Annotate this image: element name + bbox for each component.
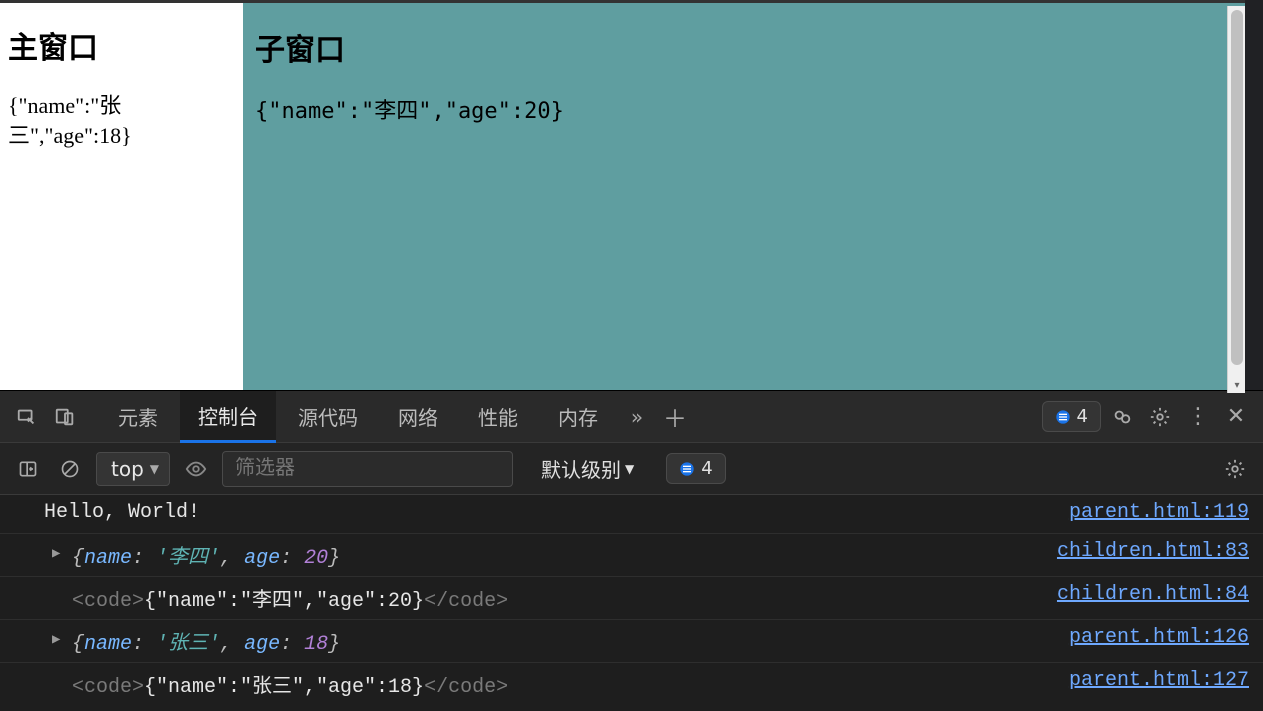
source-link[interactable]: parent.html:119	[1049, 501, 1249, 524]
main-window-frame: 主窗口 {"name":"张三","age":18}	[0, 3, 243, 390]
console-row[interactable]: ▶{name: '李四', age: 20}children.html:83	[0, 533, 1263, 576]
tab-performance[interactable]: 性能	[460, 391, 536, 443]
message-counter[interactable]: 4	[666, 453, 725, 484]
new-tab-icon[interactable]: ＋	[658, 400, 692, 434]
chevron-down-icon: ▼	[150, 462, 159, 476]
ai-assist-icon[interactable]	[1105, 400, 1139, 434]
tab-elements[interactable]: 元素	[100, 391, 176, 443]
toggle-sidebar-icon[interactable]	[12, 453, 44, 485]
sub-window-title: 子窗口	[255, 25, 1233, 69]
message-count-value: 4	[701, 458, 712, 479]
live-expression-icon[interactable]	[180, 453, 212, 485]
main-window-title: 主窗口	[8, 23, 235, 67]
clear-console-icon[interactable]	[54, 453, 86, 485]
devtools-panel: 元素 控制台 源代码 网络 性能 内存 » ＋ 4 ⋮ ✕ top ▼	[0, 390, 1263, 711]
tab-memory[interactable]: 内存	[540, 391, 616, 443]
issues-counter[interactable]: 4	[1042, 401, 1101, 432]
inspect-element-icon[interactable]	[10, 400, 44, 434]
console-output[interactable]: Hello, World!parent.html:119▶{name: '李四'…	[0, 495, 1263, 711]
scrollbar-down-arrow-icon[interactable]: ▾	[1228, 380, 1246, 391]
device-toggle-icon[interactable]	[48, 400, 82, 434]
sub-window-frame: 子窗口 {"name":"李四","age":20}	[243, 3, 1245, 390]
console-row[interactable]: <code>{"name":"李四","age":20}</code>child…	[0, 576, 1263, 619]
console-message: {name: '李四', age: 20}	[44, 540, 1037, 570]
tab-console[interactable]: 控制台	[180, 391, 276, 443]
tab-network[interactable]: 网络	[380, 391, 456, 443]
page-viewport: 主窗口 {"name":"张三","age":18} 子窗口 {"name":"…	[0, 0, 1245, 390]
console-row[interactable]: ▶{name: '张三', age: 18}parent.html:126	[0, 619, 1263, 662]
execution-context-dropdown[interactable]: top ▼	[96, 452, 170, 486]
expand-triangle-icon[interactable]: ▶	[52, 631, 60, 648]
console-row[interactable]: <code>{"name":"张三","age":18}</code>paren…	[0, 662, 1263, 705]
execution-context-value: top	[111, 457, 144, 481]
source-link[interactable]: parent.html:127	[1049, 669, 1249, 692]
close-devtools-icon[interactable]: ✕	[1219, 400, 1253, 434]
tabs-overflow-icon[interactable]: »	[620, 400, 654, 434]
settings-gear-icon[interactable]	[1143, 400, 1177, 434]
main-window-json: {"name":"张三","age":18}	[8, 91, 235, 150]
source-link[interactable]: parent.html:126	[1049, 626, 1249, 649]
vertical-scrollbar[interactable]: ▾	[1227, 6, 1245, 393]
console-message: <code>{"name":"李四","age":20}</code>	[44, 583, 1037, 613]
sub-window-json: {"name":"李四","age":20}	[255, 93, 1233, 125]
filter-input[interactable]	[222, 451, 513, 487]
issues-count-value: 4	[1077, 406, 1088, 427]
console-message: <code>{"name":"张三","age":18}</code>	[44, 669, 1049, 699]
kebab-menu-icon[interactable]: ⋮	[1181, 400, 1215, 434]
tab-sources[interactable]: 源代码	[280, 391, 376, 443]
expand-triangle-icon[interactable]: ▶	[52, 545, 60, 562]
devtools-tabbar: 元素 控制台 源代码 网络 性能 内存 » ＋ 4 ⋮ ✕	[0, 391, 1263, 443]
chevron-down-icon: ▼	[625, 462, 634, 476]
console-settings-gear-icon[interactable]	[1219, 453, 1251, 485]
console-toolbar: top ▼ 默认级别 ▼ 4	[0, 443, 1263, 495]
source-link[interactable]: children.html:84	[1037, 583, 1249, 606]
scrollbar-thumb[interactable]	[1231, 10, 1243, 365]
console-message: {name: '张三', age: 18}	[44, 626, 1049, 656]
log-level-dropdown[interactable]: 默认级别 ▼	[541, 454, 634, 483]
log-level-label: 默认级别	[541, 454, 621, 483]
console-message: Hello, World!	[44, 501, 1049, 524]
source-link[interactable]: children.html:83	[1037, 540, 1249, 563]
console-row[interactable]: Hello, World!parent.html:119	[0, 495, 1263, 533]
